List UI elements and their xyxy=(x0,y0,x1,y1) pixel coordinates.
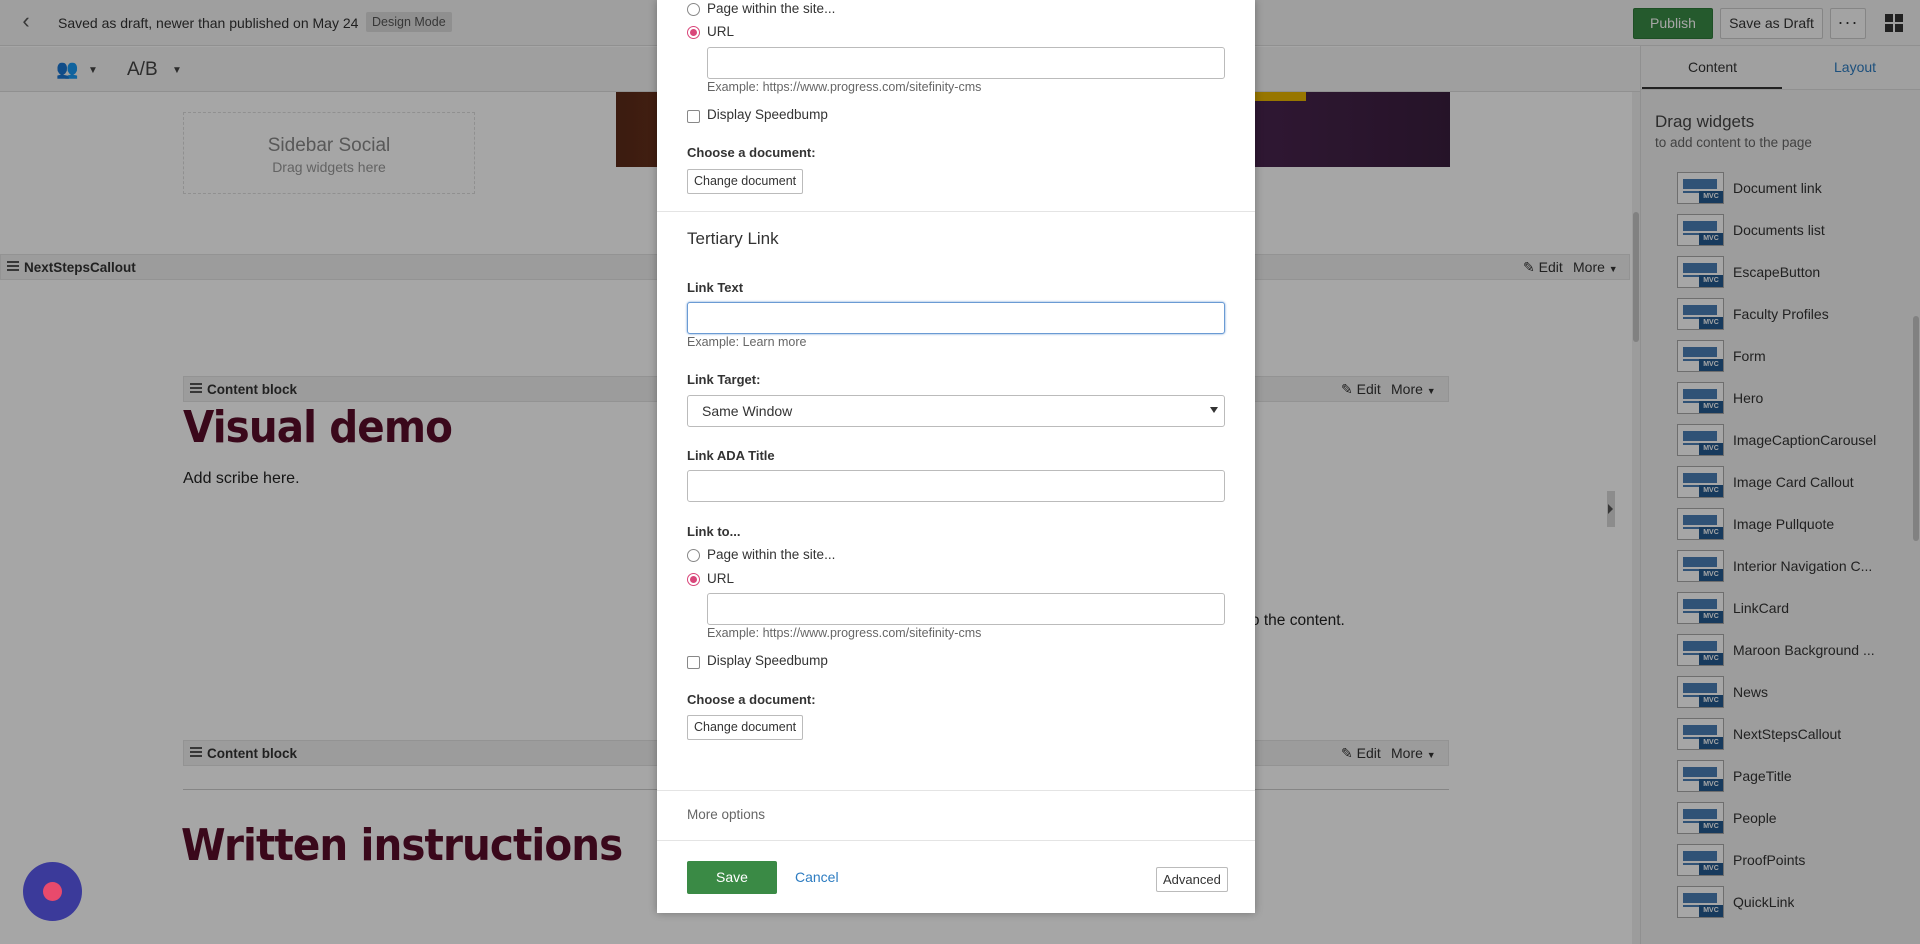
link-target-select[interactable]: Same Window xyxy=(687,395,1225,427)
link-text-hint: Example: Learn more xyxy=(687,335,807,349)
link-ada-title-input[interactable] xyxy=(687,470,1225,502)
display-speedbump-label: Display Speedbump xyxy=(707,107,828,122)
chat-launcher-icon[interactable] xyxy=(23,862,82,921)
page-within-site-label: Page within the site... xyxy=(707,547,836,562)
display-speedbump-checkbox[interactable] xyxy=(687,656,700,669)
choose-document-label: Choose a document: xyxy=(687,145,816,160)
display-speedbump-label: Display Speedbump xyxy=(707,653,828,668)
display-speedbump-checkbox[interactable] xyxy=(687,110,700,123)
link-text-label: Link Text xyxy=(687,280,744,295)
url-input[interactable] xyxy=(707,593,1225,625)
url-radio[interactable] xyxy=(687,573,700,586)
url-label: URL xyxy=(707,571,735,586)
edit-widget-dialog: Page within the site... URL Example: htt… xyxy=(657,0,1255,913)
select-arrow-icon xyxy=(1210,407,1218,413)
advanced-button[interactable]: Advanced xyxy=(1156,867,1228,892)
choose-document-label: Choose a document: xyxy=(687,692,816,707)
link-to-label: Link to... xyxy=(687,524,741,539)
section-divider xyxy=(657,840,1255,841)
tertiary-link-title: Tertiary Link xyxy=(687,229,779,248)
link-ada-title-label: Link ADA Title xyxy=(687,448,775,463)
url-hint: Example: https://www.progress.com/sitefi… xyxy=(707,80,982,94)
save-button[interactable]: Save xyxy=(687,861,777,894)
section-divider xyxy=(657,790,1255,791)
url-input[interactable] xyxy=(707,47,1225,79)
link-text-input[interactable] xyxy=(687,302,1225,334)
url-label: URL xyxy=(707,24,735,39)
cancel-button[interactable]: Cancel xyxy=(795,869,839,885)
page-within-site-label: Page within the site... xyxy=(707,1,836,16)
more-options-link[interactable]: More options xyxy=(687,807,765,822)
section-divider xyxy=(657,211,1255,212)
change-document-button[interactable]: Change document xyxy=(687,169,804,194)
link-target-label: Link Target: xyxy=(687,372,761,387)
link-target-value: Same Window xyxy=(702,403,793,419)
url-hint: Example: https://www.progress.com/sitefi… xyxy=(707,626,982,640)
url-radio[interactable] xyxy=(687,26,700,39)
page-within-site-radio[interactable] xyxy=(687,549,700,562)
page-within-site-radio[interactable] xyxy=(687,3,700,16)
change-document-button[interactable]: Change document xyxy=(687,715,804,740)
